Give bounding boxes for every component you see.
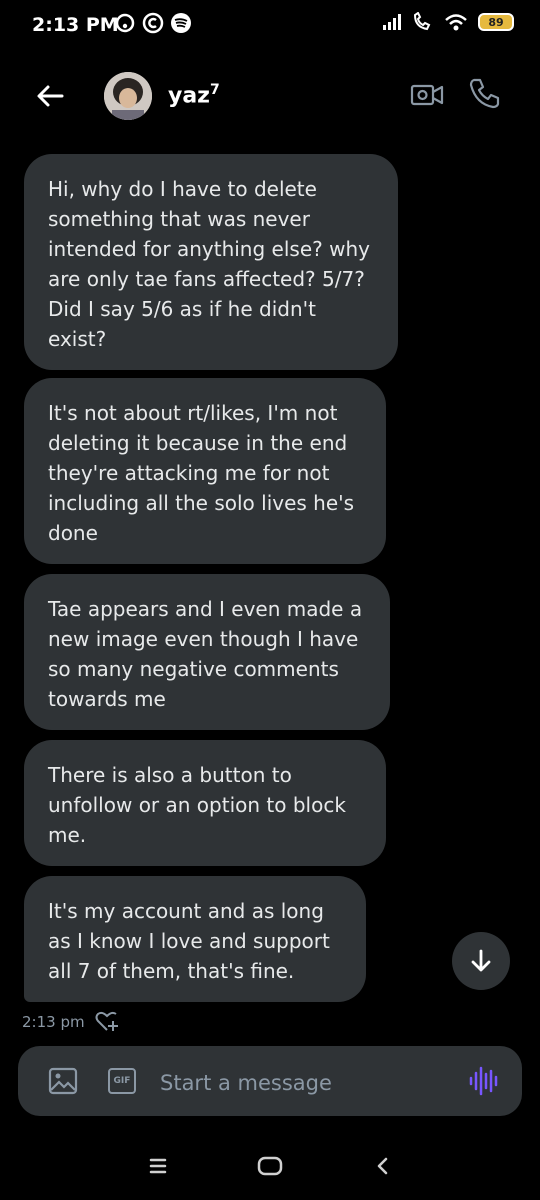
- video-call-button[interactable]: [410, 78, 444, 112]
- status-icons-left: [114, 12, 192, 34]
- image-icon: [48, 1067, 78, 1095]
- voice-call-button[interactable]: [468, 76, 502, 110]
- wifi-calling-icon: [413, 12, 431, 31]
- message-composer: GIF: [18, 1046, 522, 1116]
- system-back-button[interactable]: [370, 1152, 394, 1180]
- signal-icon: [383, 14, 401, 30]
- scroll-to-bottom-button[interactable]: [452, 932, 510, 990]
- wifi-icon: [445, 14, 467, 31]
- status-time: 2:13 PM: [32, 14, 119, 36]
- status-bar: 2:13 PM 89: [0, 0, 540, 54]
- voice-message-button[interactable]: [466, 1064, 500, 1098]
- status-icons-right: 89: [382, 12, 514, 32]
- message-bubble[interactable]: Hi, why do I have to delete something th…: [24, 154, 398, 370]
- system-nav-bar: [0, 1130, 540, 1200]
- message-bubble[interactable]: It's not about rt/likes, I'm not deletin…: [24, 378, 386, 564]
- arrow-down-icon: [471, 949, 491, 972]
- hotspot-icon: [115, 13, 135, 33]
- message-list[interactable]: Hi, why do I have to delete something th…: [0, 150, 540, 1020]
- message-timestamp: 2:13 pm: [22, 1013, 85, 1031]
- circle-c-icon: [142, 12, 164, 34]
- add-reaction-button[interactable]: [94, 1008, 120, 1034]
- battery-icon: 89: [478, 13, 514, 31]
- heart-plus-icon: [95, 1011, 118, 1031]
- gif-label: GIF: [113, 1076, 131, 1086]
- add-photo-button[interactable]: [48, 1066, 78, 1096]
- conversation-header: yaz7: [0, 60, 540, 140]
- home-icon: [257, 1156, 283, 1176]
- back-arrow-icon: [37, 85, 64, 107]
- spotify-icon: [171, 13, 191, 33]
- contact-name-text: yaz: [168, 83, 210, 109]
- message-bubble[interactable]: Tae appears and I even made a new image …: [24, 574, 390, 730]
- battery-level: 89: [488, 15, 504, 29]
- recents-button[interactable]: [146, 1154, 170, 1178]
- contact-name-superscript: 7: [210, 82, 220, 98]
- chevron-left-icon: [377, 1157, 388, 1175]
- voice-waveform-icon: [469, 1066, 498, 1096]
- menu-icon: [149, 1158, 167, 1174]
- message-input[interactable]: [158, 1066, 442, 1100]
- avatar[interactable]: [104, 72, 152, 120]
- gif-button[interactable]: GIF: [108, 1068, 136, 1094]
- home-button[interactable]: [256, 1154, 284, 1178]
- contact-name[interactable]: yaz7: [168, 82, 220, 108]
- phone-icon: [469, 78, 500, 109]
- avatar-image: [104, 72, 152, 120]
- message-bubble[interactable]: It's my account and as long as I know I …: [24, 876, 366, 1002]
- message-bubble[interactable]: There is also a button to unfollow or an…: [24, 740, 386, 866]
- video-camera-icon: [410, 84, 444, 106]
- back-button[interactable]: [30, 76, 70, 116]
